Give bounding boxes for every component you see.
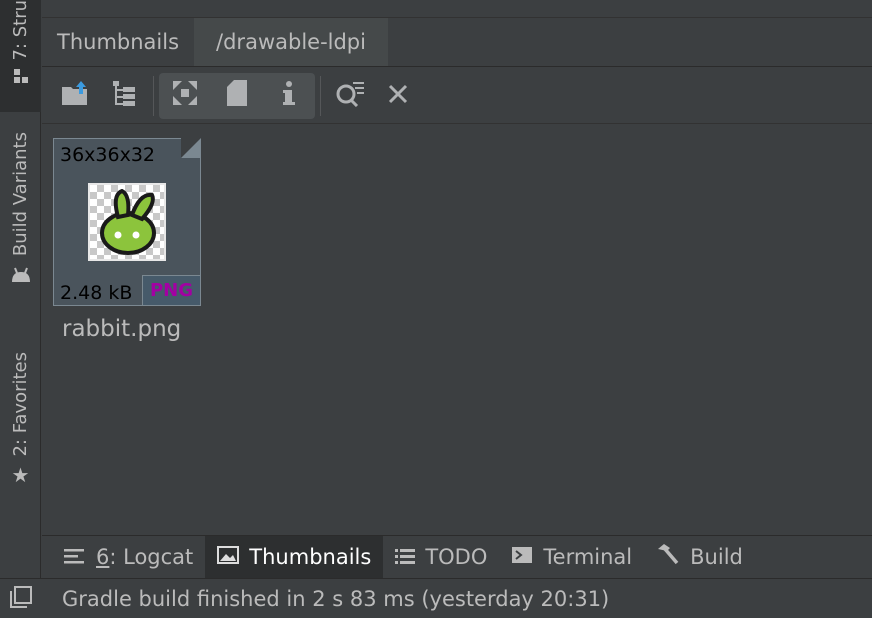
toolbar-separator xyxy=(320,75,321,116)
tab-terminal[interactable]: Terminal xyxy=(499,536,644,578)
tab-todo[interactable]: TODO xyxy=(383,536,499,578)
find-usages-icon xyxy=(335,79,365,113)
hierarchy-button[interactable] xyxy=(100,73,148,119)
file-name-toggle-button[interactable] xyxy=(211,73,263,119)
logcat-label: 6: Logcat xyxy=(96,544,194,569)
list-icon xyxy=(395,545,416,569)
tool-windows-icon xyxy=(9,585,32,612)
status-message: Gradle build finished in 2 s 83 ms (yest… xyxy=(62,586,610,611)
thumbnail-item[interactable]: 36x36x32 2.48 kB PNG xyxy=(53,138,201,306)
page-fold-corner xyxy=(181,138,201,158)
favorites-tab-label: 2: Favorites xyxy=(10,352,31,457)
close-button[interactable] xyxy=(374,73,422,119)
terminal-icon xyxy=(511,545,533,569)
thumbnails-tab-bar: Thumbnails /drawable-ldpi xyxy=(42,18,872,67)
info-toggle-button[interactable] xyxy=(263,73,315,119)
status-bar: Gradle build finished in 2 s 83 ms (yest… xyxy=(0,578,872,618)
thumbnail-file-name[interactable]: rabbit.png xyxy=(62,316,181,342)
tab-thumbnails-bottom[interactable]: Thumbnails xyxy=(205,535,384,578)
file-icon xyxy=(226,79,248,113)
tab-build[interactable]: Build xyxy=(644,536,755,578)
tree-structure-icon xyxy=(111,79,137,113)
image-icon xyxy=(217,545,240,569)
tab-logcat[interactable]: 6: Logcat xyxy=(52,536,205,578)
tool-windows-toggle[interactable] xyxy=(0,585,41,612)
build-label: Build xyxy=(690,544,743,569)
thumbnail-card: 36x36x32 2.48 kB PNG xyxy=(53,138,201,306)
close-icon xyxy=(388,82,408,110)
zoom-fit-button[interactable] xyxy=(159,73,211,119)
star-icon: ★ xyxy=(11,462,30,487)
image-dimensions: 36x36x32 xyxy=(60,144,156,166)
hammer-icon xyxy=(656,543,680,570)
structure-icon xyxy=(12,67,30,89)
terminal-label: Terminal xyxy=(543,544,633,569)
toolbar-separator xyxy=(153,75,154,116)
structure-tab-label: 7: Stru xyxy=(10,0,31,61)
find-usages-button[interactable] xyxy=(326,73,374,119)
rabbit-icon xyxy=(94,188,164,263)
thumbnail-image xyxy=(88,183,166,261)
zoom-fit-icon xyxy=(172,80,198,112)
thumbnails-bottom-label: Thumbnails xyxy=(249,544,372,569)
android-icon xyxy=(10,266,32,288)
logcat-icon xyxy=(64,545,86,569)
structure-tool-tab[interactable]: 7: Stru xyxy=(0,0,41,112)
toggle-button-group xyxy=(159,72,315,119)
thumbnails-toolbar xyxy=(42,68,872,124)
export-icon xyxy=(61,79,91,113)
build-variants-tool-tab[interactable]: Build Variants xyxy=(0,132,41,288)
panel-top-strip xyxy=(42,0,872,18)
info-icon xyxy=(282,80,296,112)
format-badge: PNG xyxy=(142,275,200,305)
file-size: 2.48 kB xyxy=(60,282,133,304)
todo-label: TODO xyxy=(425,544,488,569)
tab-drawable-ldpi[interactable]: /drawable-ldpi xyxy=(194,18,388,66)
build-variants-tab-label: Build Variants xyxy=(10,132,31,257)
export-button[interactable] xyxy=(52,73,100,119)
tab-thumbnails[interactable]: Thumbnails xyxy=(42,18,195,66)
tool-window-bar: 6: Logcat Thumbnails TODO Terminal Build xyxy=(42,535,872,578)
left-tool-stripe: 7: Stru Build Variants 2: Favorites ★ xyxy=(0,0,41,578)
thumbnails-panel: Thumbnails /drawable-ldpi 36x36x32 2.48 … xyxy=(42,0,872,535)
favorites-tool-tab[interactable]: 2: Favorites ★ xyxy=(0,352,41,485)
